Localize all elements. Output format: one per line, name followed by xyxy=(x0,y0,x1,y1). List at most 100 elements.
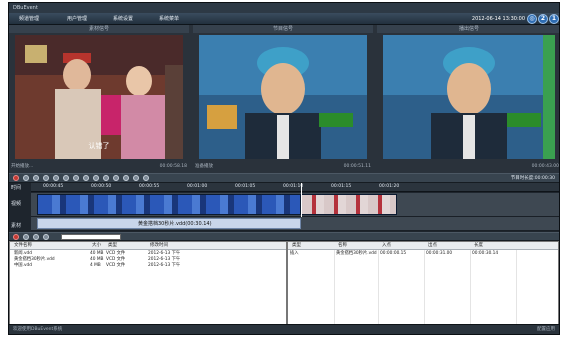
monitor-source-title: 素材信号 xyxy=(9,25,189,33)
mark-out-button[interactable] xyxy=(93,175,99,181)
delete-button[interactable] xyxy=(123,175,129,181)
status-bar: 欢迎使用DBuEvent系统 配置应用 xyxy=(9,324,559,334)
monitor-program-title: 节目信号 xyxy=(193,25,373,33)
ruler-tick: 00:00:45 xyxy=(43,184,64,189)
menu-system[interactable]: 系统菜单 xyxy=(159,15,179,23)
list-down-button[interactable] xyxy=(33,234,39,240)
monitor-program-screen xyxy=(199,35,367,159)
file-col-type[interactable]: 类型 xyxy=(106,242,117,250)
column-divider xyxy=(378,250,379,325)
zoom-in-button[interactable] xyxy=(133,175,139,181)
column-divider xyxy=(470,250,471,325)
mark-in-button[interactable] xyxy=(83,175,89,181)
playlist-name: 黄金搭档30秒片.vdd xyxy=(336,251,377,256)
menu-bar: 频道管理 用户管理 系统设置 系统菜单 2012-06-14 13:30:00 … xyxy=(9,13,559,25)
app-title: DBuEvent xyxy=(13,5,38,11)
date-time: 2012-06-14 13:30:00 xyxy=(471,16,525,22)
rewind-button[interactable] xyxy=(33,175,39,181)
file-row[interactable]: 中国.vdd 4 MB VCD 文件 2012-6-13 下午 xyxy=(10,263,286,269)
output-frame-image xyxy=(383,35,555,159)
title-bar: DBuEvent xyxy=(9,3,559,13)
info-icon[interactable]: 1 xyxy=(549,14,559,24)
file-name: 中国.vdd xyxy=(14,263,32,268)
play-button[interactable] xyxy=(53,175,59,181)
column-divider xyxy=(334,250,335,325)
status-text: 欢迎使用DBuEvent系统 xyxy=(13,327,63,332)
track-label-video: 视频 xyxy=(11,201,22,207)
program-frame-image xyxy=(199,35,367,159)
playlist-col-out[interactable]: 出点 xyxy=(426,242,437,250)
program-duration: 节目时长度:00:00:30 xyxy=(510,176,555,181)
monitor-source-status: 开始播放... 00:00:58.18 xyxy=(11,162,187,171)
list-up-button[interactable] xyxy=(23,234,29,240)
menu-settings[interactable]: 系统设置 xyxy=(113,15,133,23)
file-col-name[interactable]: 文件名称 xyxy=(12,242,32,250)
globe-icon[interactable]: ◎ xyxy=(527,14,537,24)
ruler-tick: 00:01:20 xyxy=(379,184,400,189)
monitor-source-timecode: 00:00:58.18 xyxy=(159,164,187,169)
playlist-row[interactable]: 插入 黄金搭档30秒片.vdd 00:00:00.15 00:00:31.00 … xyxy=(288,251,558,257)
file-date: 2012-6-13 下午 xyxy=(148,263,181,268)
monitor-output: 播出信号 00:00:43.00 xyxy=(377,25,559,173)
lists-area: 文件名称 大小 类型 修改时间 新闻.vdd 40 MB VCD 文件 2012… xyxy=(9,241,559,326)
timeline-ruler[interactable]: 00:00:45 00:00:50 00:00:55 00:01:00 00:0… xyxy=(31,183,559,192)
status-config-button[interactable]: 配置应用 xyxy=(537,325,555,334)
ruler-tick: 00:00:50 xyxy=(91,184,112,189)
file-panel-header: 文件名称 大小 类型 修改时间 xyxy=(10,242,286,250)
fast-forward-button[interactable] xyxy=(73,175,79,181)
playlist-col-length[interactable]: 长度 xyxy=(472,242,483,250)
stop-button[interactable] xyxy=(23,175,29,181)
monitor-program: 节目信号 准备播放 00:00:51.11 xyxy=(193,25,373,173)
list-delete-button[interactable] xyxy=(13,234,19,240)
playlist-in: 00:00:00.15 xyxy=(380,251,407,256)
column-divider xyxy=(516,250,517,325)
monitor-output-timecode: 00:00:43.00 xyxy=(531,164,559,169)
source-subtitle: 认错了 xyxy=(88,142,110,150)
playhead[interactable] xyxy=(301,183,302,217)
playlist-col-in[interactable]: 入点 xyxy=(380,242,391,250)
step-forward-button[interactable] xyxy=(63,175,69,181)
step-back-button[interactable] xyxy=(43,175,49,181)
menu-users[interactable]: 用户管理 xyxy=(67,15,87,23)
file-col-date[interactable]: 修改时间 xyxy=(148,242,168,250)
video-track[interactable] xyxy=(31,183,559,217)
video-clip-filmstrip-2[interactable] xyxy=(301,194,397,215)
playlist-out: 00:00:31.00 xyxy=(426,251,453,256)
playlist-col-type[interactable]: 类型 xyxy=(290,242,301,250)
ruler-tick: 00:01:00 xyxy=(187,184,208,189)
monitor-output-title: 播出信号 xyxy=(377,25,559,33)
ruler-tick: 00:01:15 xyxy=(331,184,352,189)
video-clip-filmstrip[interactable] xyxy=(37,194,301,215)
list-toolbar xyxy=(9,232,559,241)
menu-channel[interactable]: 频道管理 xyxy=(19,15,39,23)
monitor-program-status: 准备播放 00:00:51.11 xyxy=(195,162,371,171)
help-icon[interactable]: 2 xyxy=(538,14,548,24)
file-col-size[interactable]: 大小 xyxy=(90,242,101,250)
split-button[interactable] xyxy=(113,175,119,181)
monitor-area: 素材信号 认错了 开始播放... 00:00:58.18 节目信号 准备播放 0… xyxy=(9,25,559,173)
transport-toolbar: 节目时长度:00:00:30 xyxy=(9,173,559,183)
monitor-program-timecode: 00:00:51.11 xyxy=(343,164,371,169)
loop-button[interactable] xyxy=(103,175,109,181)
monitor-source: 素材信号 认错了 开始播放... 00:00:58.18 xyxy=(9,25,189,173)
monitor-source-status-text: 开始播放... xyxy=(11,164,34,169)
file-size: 4 MB xyxy=(90,263,101,268)
monitor-output-status: 00:00:43.00 xyxy=(379,162,559,171)
zoom-out-button[interactable] xyxy=(143,175,149,181)
path-input[interactable] xyxy=(61,234,121,240)
ruler-tick: 00:01:05 xyxy=(235,184,256,189)
list-add-button[interactable] xyxy=(43,234,49,240)
column-divider xyxy=(424,250,425,325)
monitor-program-status-text: 准备播放 xyxy=(195,164,213,169)
material-clip[interactable]: 黄金搭档30秒片.vdd(00:30.14) xyxy=(37,218,301,229)
monitor-source-screen: 认错了 xyxy=(15,35,183,159)
track-label-material: 素材 xyxy=(11,223,22,229)
app-window: DBuEvent 频道管理 用户管理 系统设置 系统菜单 2012-06-14 … xyxy=(8,2,560,335)
material-track[interactable]: 黄金搭档30秒片.vdd(00:30.14) xyxy=(31,217,559,231)
record-button[interactable] xyxy=(13,175,19,181)
playlist-panel: 类型 名称 入点 出点 长度 插入 黄金搭档30秒片.vdd 00:00:00.… xyxy=(287,241,559,326)
playlist-col-name[interactable]: 名称 xyxy=(336,242,347,250)
playlist-type: 插入 xyxy=(290,251,299,256)
playlist-length: 00:00:30.14 xyxy=(472,251,499,256)
file-panel: 文件名称 大小 类型 修改时间 新闻.vdd 40 MB VCD 文件 2012… xyxy=(9,241,287,326)
